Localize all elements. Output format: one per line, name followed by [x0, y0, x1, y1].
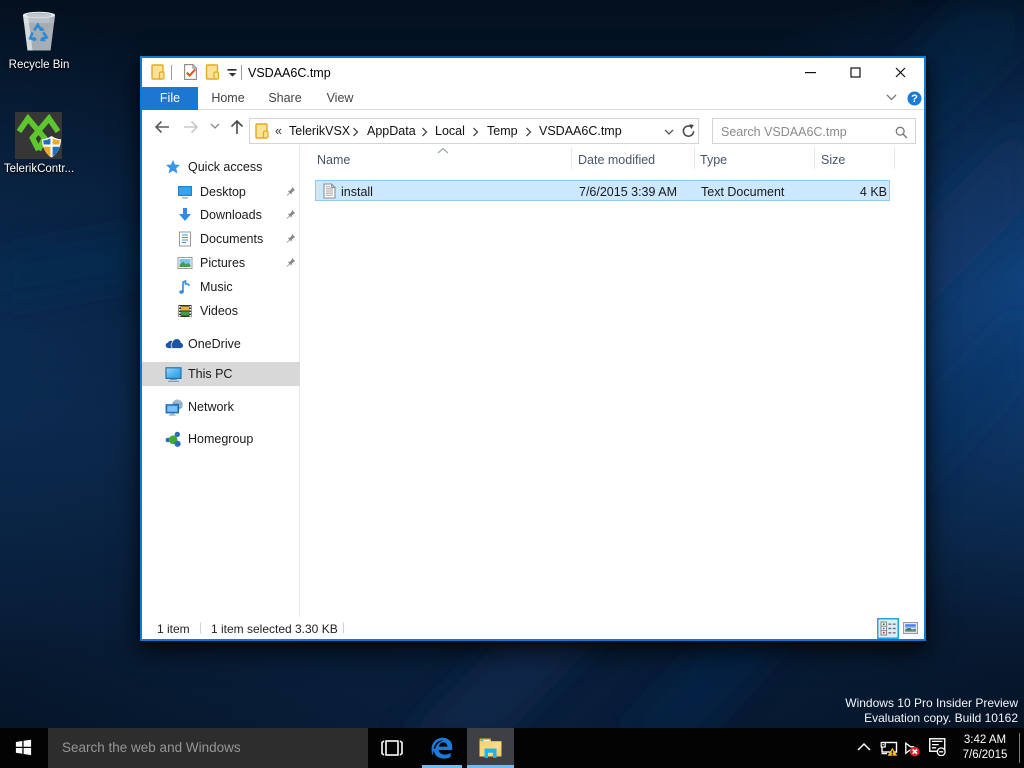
svg-text:?: ?	[911, 93, 918, 105]
